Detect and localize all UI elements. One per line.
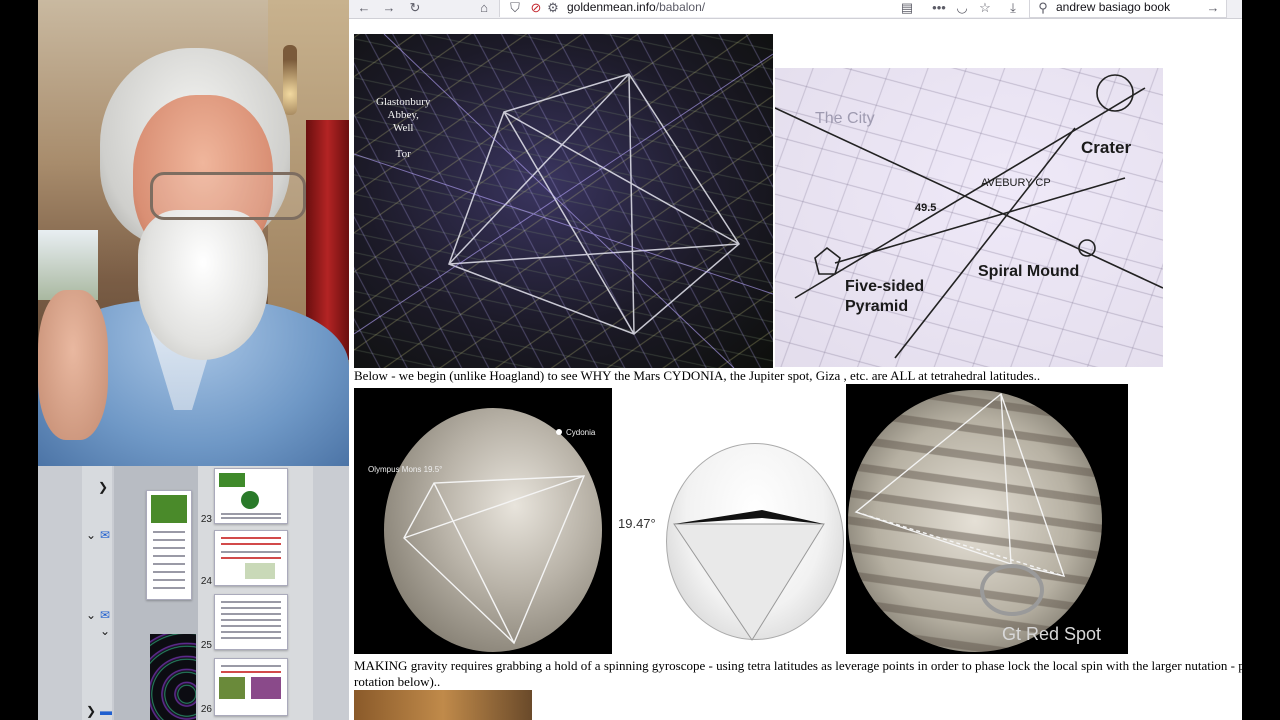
jupiter-tetrahedron-overlay: [854, 392, 1066, 616]
caption-tetrahedral-latitudes: Below - we begin (unlike Hoagland) to se…: [354, 368, 1041, 383]
map-label-avebury: AVEBURY CP: [981, 177, 1051, 189]
mail-folder-icon[interactable]: ✉: [100, 608, 110, 622]
chevron-down-icon[interactable]: ⌄: [86, 528, 96, 542]
address-bar[interactable]: ⛉ ⊘ ⚙ goldenmean.info/babalon/ ▤: [499, 0, 1030, 17]
page-number: 26: [200, 704, 212, 715]
caption-gravity-line2: rotation below)..: [354, 674, 441, 689]
url-path: /babalon/: [655, 0, 706, 14]
map-label-city: The City: [815, 110, 875, 127]
downloads-icon[interactable]: ⤓: [1004, 0, 1022, 18]
map-label-crater: Crater: [1081, 138, 1132, 157]
browser-window: ← → ↻ ⌂ ⛉ ⊘ ⚙ goldenmean.info/babalon/ ▤…: [349, 0, 1242, 720]
presenter-glasses: [150, 172, 306, 220]
presenter-beard: [138, 210, 268, 360]
home-icon[interactable]: ⌂: [475, 0, 493, 18]
folder-tree: ❯ ⌄ ✉ ⌄ ✉ ⌄ ❯ ▬: [82, 466, 112, 720]
page-thumbnail[interactable]: [214, 658, 288, 716]
back-arrow-icon[interactable]: ←: [355, 0, 373, 18]
page-number: 24: [200, 576, 212, 587]
screen-edge: [1242, 0, 1280, 720]
mars-cydonia-image: Cydonia Olympus Mons 19.5°: [354, 388, 612, 654]
search-icon: ⚲: [1038, 0, 1048, 15]
map-label-pyramid-line1: Five-sided: [845, 278, 925, 295]
map-label-spiral-mound: Spiral Mound: [978, 263, 1080, 280]
page-thumbnails: 23 24 25 26: [198, 466, 313, 720]
search-input[interactable]: andrew basiago book: [1056, 0, 1170, 15]
tetra-angle-label: 19.47°: [618, 516, 656, 531]
page-number: 25: [200, 640, 212, 651]
tracking-shield-icon[interactable]: ⛉: [506, 0, 524, 18]
page-number: 23: [200, 514, 212, 525]
url-domain: goldenmean.info: [567, 0, 656, 14]
page-thumbnail[interactable]: [214, 594, 288, 650]
map-label-angle: 49.5: [915, 202, 937, 214]
folder-icon[interactable]: ▬: [100, 704, 112, 718]
browser-toolbar: ← → ↻ ⌂ ⛉ ⊘ ⚙ goldenmean.info/babalon/ ▤…: [349, 0, 1242, 19]
glastonbury-label: Glastonbury Abbey, Well Tor: [376, 96, 431, 160]
bookmark-star-icon[interactable]: ☆: [976, 0, 994, 18]
caption-gravity-line1: MAKING gravity requires grabbing a hold …: [354, 658, 1242, 673]
tetrahedron-sphere-image: 19.47°: [612, 388, 846, 654]
map-label-pyramid-line2: Pyramid: [845, 298, 909, 315]
search-bar[interactable]: ⚲ andrew basiago book →: [1029, 0, 1227, 18]
webcam-video: [38, 0, 349, 466]
document-thumbnail[interactable]: [150, 634, 196, 720]
page-actions-menu-icon[interactable]: •••: [930, 0, 948, 18]
page-thumbnail[interactable]: [214, 468, 288, 524]
reload-icon[interactable]: ↻: [406, 0, 424, 18]
grid-lines-overlay: [354, 34, 773, 368]
bottom-photo-image: [354, 690, 532, 720]
pocket-icon[interactable]: ◡: [953, 0, 971, 18]
presenter-hand: [38, 290, 108, 440]
forward-arrow-icon[interactable]: →: [380, 0, 398, 18]
insecure-lock-icon[interactable]: ⊘: [527, 0, 545, 18]
chevron-down-icon[interactable]: ⌄: [86, 608, 96, 622]
glastonbury-grid-map-image: Glastonbury Abbey, Well Tor: [354, 34, 773, 368]
avebury-map-image: The City Crater AVEBURY CP 49.5 Spiral M…: [775, 68, 1163, 367]
chevron-down-icon[interactable]: ⌄: [100, 624, 110, 638]
mars-label-cydonia: Cydonia: [566, 428, 596, 437]
file-browser-panel: ❯ ⌄ ✉ ⌄ ✉ ⌄ ❯ ▬ 23 24 25 26: [38, 466, 349, 720]
reader-view-icon[interactable]: ▤: [898, 0, 916, 18]
permissions-icon[interactable]: ⚙: [544, 0, 562, 18]
mars-label-olympus: Olympus Mons 19.5°: [368, 465, 443, 474]
go-arrow-icon[interactable]: →: [1204, 0, 1222, 18]
url-text[interactable]: goldenmean.info/babalon/: [567, 0, 705, 15]
lamp: [283, 45, 297, 115]
document-thumbnail[interactable]: [146, 490, 192, 600]
mail-folder-icon[interactable]: ✉: [100, 528, 110, 542]
chevron-right-icon[interactable]: ❯: [86, 704, 96, 718]
page-thumbnail[interactable]: [214, 530, 288, 586]
chevron-right-icon[interactable]: ❯: [98, 480, 108, 494]
jupiter-label-red-spot: Gt Red Spot: [1002, 624, 1102, 644]
jupiter-red-spot-image: Gt Red Spot: [846, 384, 1128, 654]
